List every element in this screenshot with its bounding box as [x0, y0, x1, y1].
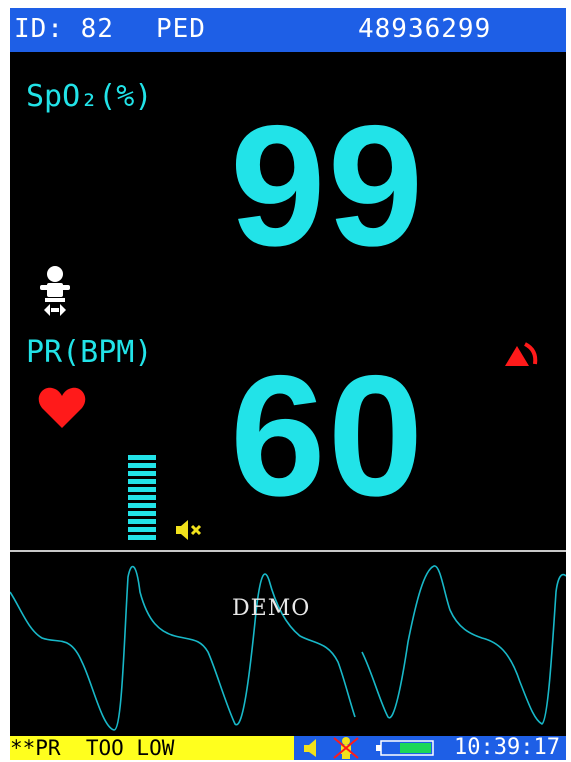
pr-value: 60 — [230, 340, 426, 532]
alarm-message: **PR TOO LOW — [10, 736, 175, 760]
status-bar: **PR TOO LOW 10:39:17 — [10, 736, 566, 760]
clock: 10:39:17 — [454, 735, 560, 760]
pleth-waveform: DEMO — [10, 552, 566, 736]
patient-id: ID: 82 — [14, 14, 114, 44]
pulse-oximeter-device: ID: 82 PED 48936299 SpO₂(%) 99 PR(BPM) 6… — [0, 0, 571, 762]
pulse-bar-segment — [128, 519, 156, 524]
patient-type: PED — [156, 14, 206, 44]
sensor-off-icon — [330, 736, 362, 760]
alarm-bell-icon — [505, 342, 541, 372]
pulse-bar-segment — [128, 503, 156, 508]
pulse-bar-segment — [128, 487, 156, 492]
pulse-bar-segment — [128, 471, 156, 476]
heart-icon — [38, 386, 86, 434]
pulse-strength-bar — [128, 455, 156, 547]
spo2-value: 99 — [230, 90, 426, 282]
header-bar: ID: 82 PED 48936299 — [10, 8, 566, 52]
pulse-bar-segment — [128, 527, 156, 532]
serial-number: 48936299 — [358, 14, 492, 44]
pleth-waveform-trace — [10, 565, 566, 731]
monitor-screen: ID: 82 PED 48936299 SpO₂(%) 99 PR(BPM) 6… — [10, 8, 566, 760]
pulse-bar-segment — [128, 495, 156, 500]
speaker-icon — [304, 738, 322, 760]
alarm-message-box: **PR TOO LOW — [10, 736, 294, 760]
pulse-bar-segment — [128, 511, 156, 516]
infant-icon — [40, 264, 70, 324]
pulse-bar-segment — [128, 535, 156, 540]
demo-watermark: DEMO — [232, 596, 311, 621]
mute-icon[interactable] — [176, 520, 204, 544]
pulse-bar-segment — [128, 455, 156, 460]
battery-icon — [376, 740, 436, 760]
pr-label: PR(BPM) — [26, 335, 153, 370]
pulse-bar-segment — [128, 463, 156, 468]
spo2-label: SpO₂(%) — [26, 79, 153, 114]
pulse-bar-segment — [128, 479, 156, 484]
